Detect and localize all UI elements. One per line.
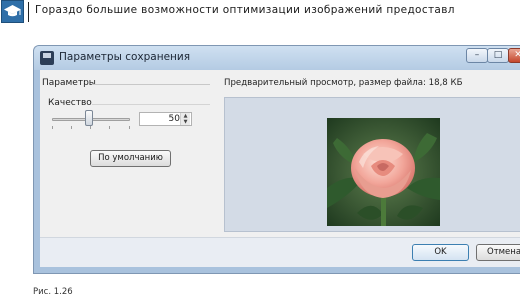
- dialog-client-area: Параметры Качество 50 ▲ ▼ По умолчанию П…: [40, 70, 520, 267]
- minimize-button[interactable]: –: [466, 48, 488, 63]
- title-bar[interactable]: Параметры сохранения – □ ✕: [34, 46, 520, 70]
- dialog-button-bar: OK Отмена: [40, 237, 520, 267]
- close-button[interactable]: ✕: [508, 48, 520, 63]
- cancel-button[interactable]: Отмена: [476, 244, 520, 261]
- header-divider: [28, 2, 29, 22]
- quality-slider-ticks: [52, 126, 130, 129]
- slider-tick: [90, 126, 91, 129]
- params-label: Параметры: [42, 78, 96, 88]
- default-button[interactable]: По умолчанию: [90, 150, 171, 167]
- params-divider: [92, 84, 210, 85]
- slider-tick: [129, 126, 130, 129]
- slider-tick: [71, 126, 72, 129]
- window-title: Параметры сохранения: [59, 51, 191, 63]
- save-options-dialog: Параметры сохранения – □ ✕ Параметры Кач…: [33, 45, 520, 274]
- quality-spinbox[interactable]: 50 ▲ ▼: [139, 112, 192, 126]
- preview-area: [224, 97, 520, 232]
- graduation-cap-icon: [1, 0, 24, 23]
- page-header-text: Гораздо большие возможности оптимизации …: [35, 4, 455, 16]
- maximize-button[interactable]: □: [487, 48, 509, 63]
- rose-preview-image: [327, 118, 440, 226]
- slider-tick: [109, 126, 110, 129]
- quality-label: Качество: [48, 98, 92, 108]
- preview-label: Предварительный просмотр, размер файла: …: [224, 78, 463, 88]
- quality-value[interactable]: 50: [169, 114, 180, 124]
- quality-slider-thumb[interactable]: [85, 110, 93, 126]
- ok-button[interactable]: OK: [412, 244, 469, 261]
- slider-tick: [52, 126, 53, 129]
- quality-divider: [92, 104, 210, 105]
- arrow-down-icon[interactable]: ▼: [180, 119, 190, 125]
- floppy-disk-icon: [40, 51, 54, 65]
- figure-caption: Рис. 1.26: [33, 287, 73, 297]
